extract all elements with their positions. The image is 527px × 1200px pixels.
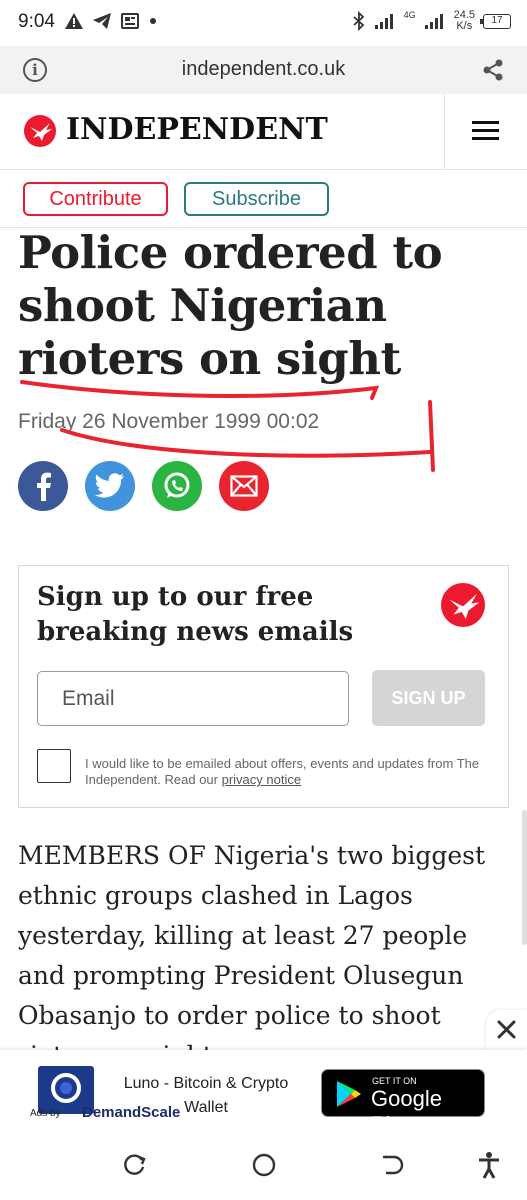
ads-by-label: Ads by (30, 1108, 61, 1119)
network-speed: 24.5 K/s (454, 10, 475, 32)
accessibility-icon[interactable] (474, 1150, 504, 1180)
news-icon (121, 13, 139, 29)
twitter-icon[interactable] (85, 461, 135, 511)
system-nav-bar (0, 1130, 527, 1200)
consent-text: I would like to be emailed about offers,… (85, 756, 490, 788)
url-text[interactable]: independent.co.uk (0, 58, 527, 81)
header-divider (444, 94, 445, 170)
newsletter-title: Sign up to our free breaking news emails (37, 582, 354, 647)
network-type: 4G (403, 10, 416, 20)
home-icon[interactable] (249, 1150, 279, 1180)
signal-icon-2 (424, 14, 443, 29)
signup-button[interactable]: SIGN UP (372, 670, 485, 726)
battery-icon: 17 (480, 13, 511, 29)
contribute-button[interactable]: Contribute (23, 182, 168, 216)
ad-network-label[interactable]: DemandScale (82, 1104, 180, 1121)
recent-apps-icon[interactable] (120, 1150, 150, 1180)
system-icons: 4G 24.5 K/s 17 (352, 10, 511, 32)
facebook-icon[interactable] (18, 461, 68, 511)
site-header: INDEPENDENT (0, 94, 527, 170)
browser-url-bar[interactable]: i independent.co.uk (0, 46, 527, 94)
ad-banner[interactable]: Luno - Bitcoin & Crypto Wallet GET IT ON… (0, 1050, 527, 1137)
telegram-icon (93, 13, 111, 29)
subscribe-button[interactable]: Subscribe (184, 182, 329, 216)
consent-checkbox[interactable] (37, 749, 71, 783)
close-icon[interactable] (486, 1010, 527, 1050)
eagle-logo-icon[interactable] (24, 115, 56, 147)
close-ad-button[interactable] (486, 1010, 527, 1050)
warning-icon (65, 13, 83, 29)
notification-icons (64, 12, 158, 30)
email-field[interactable] (37, 671, 349, 726)
action-bar: Contribute Subscribe (0, 170, 527, 228)
newsletter-signup: Sign up to our free breaking news emails… (18, 565, 509, 808)
status-bar: 9:04 4G 24.5 K/s 17 (0, 0, 527, 46)
dot-icon (150, 18, 156, 24)
play-store-icon (337, 1081, 361, 1107)
share-icon[interactable] (481, 58, 505, 82)
eagle-logo-icon (441, 583, 485, 627)
share-buttons (18, 461, 269, 511)
article-headline: Police ordered to shoot Nigerian rioters… (18, 226, 443, 385)
signal-icon (374, 14, 393, 29)
hamburger-menu-icon[interactable] (472, 121, 499, 141)
privacy-notice-link[interactable]: privacy notice (222, 772, 301, 787)
email-icon[interactable] (219, 461, 269, 511)
status-time: 9:04 (18, 11, 55, 32)
scroll-edge[interactable] (522, 810, 527, 945)
site-logo-text[interactable]: INDEPENDENT (66, 112, 328, 147)
bluetooth-icon (352, 11, 364, 31)
store-small-text: GET IT ON (372, 1076, 417, 1086)
article-date: Friday 26 November 1999 00:02 (18, 410, 320, 433)
speed-unit: K/s (456, 20, 473, 32)
back-icon[interactable] (377, 1150, 407, 1180)
google-play-button[interactable]: GET IT ON Google Play (321, 1069, 485, 1137)
article-body: MEMBERS OF Nigeria's two biggest ethnic … (18, 841, 486, 1050)
whatsapp-icon[interactable] (152, 461, 202, 511)
